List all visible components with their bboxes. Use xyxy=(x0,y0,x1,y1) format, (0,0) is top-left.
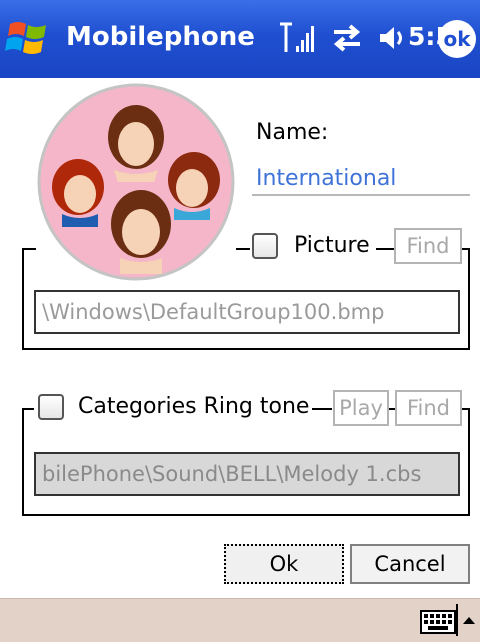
picture-checkbox[interactable] xyxy=(252,233,278,259)
groupbox-border xyxy=(312,408,332,410)
ok-button[interactable]: Ok xyxy=(224,544,344,584)
picture-find-button[interactable]: Find xyxy=(394,228,462,264)
cancel-button[interactable]: Cancel xyxy=(350,544,470,584)
connectivity-icon[interactable] xyxy=(330,22,364,54)
sip-arrow-icon[interactable] xyxy=(462,614,476,628)
ok-title-button[interactable]: ok xyxy=(438,20,476,58)
windows-start-icon[interactable] xyxy=(4,14,54,64)
sip-separator xyxy=(456,604,458,636)
groupbox-border xyxy=(462,248,470,250)
menu-bar xyxy=(0,598,480,642)
picture-label: Picture xyxy=(294,233,370,258)
title-bar: Mobilephone 5:53 ok xyxy=(0,0,480,78)
groupbox-border xyxy=(462,408,470,410)
ringtone-play-button[interactable]: Play xyxy=(333,390,389,426)
ringtone-path-field[interactable]: bilePhone\Sound\BELL\Melody 1.cbs xyxy=(34,452,460,496)
name-label: Name: xyxy=(256,120,329,145)
ringtone-checkbox[interactable] xyxy=(38,394,64,420)
volume-icon[interactable] xyxy=(376,22,410,54)
picture-path-field[interactable]: \Windows\DefaultGroup100.bmp xyxy=(34,290,460,334)
name-field[interactable] xyxy=(252,162,470,196)
groupbox-border xyxy=(22,408,34,410)
ringtone-find-button[interactable]: Find xyxy=(395,390,462,426)
groupbox-border xyxy=(376,248,394,250)
groupbox-border xyxy=(236,248,250,250)
app-title: Mobilephone xyxy=(66,22,255,52)
keyboard-icon[interactable] xyxy=(420,610,456,634)
ringtone-label: Categories Ring tone xyxy=(78,394,310,419)
signal-icon[interactable] xyxy=(278,20,318,56)
groupbox-border xyxy=(22,248,36,250)
